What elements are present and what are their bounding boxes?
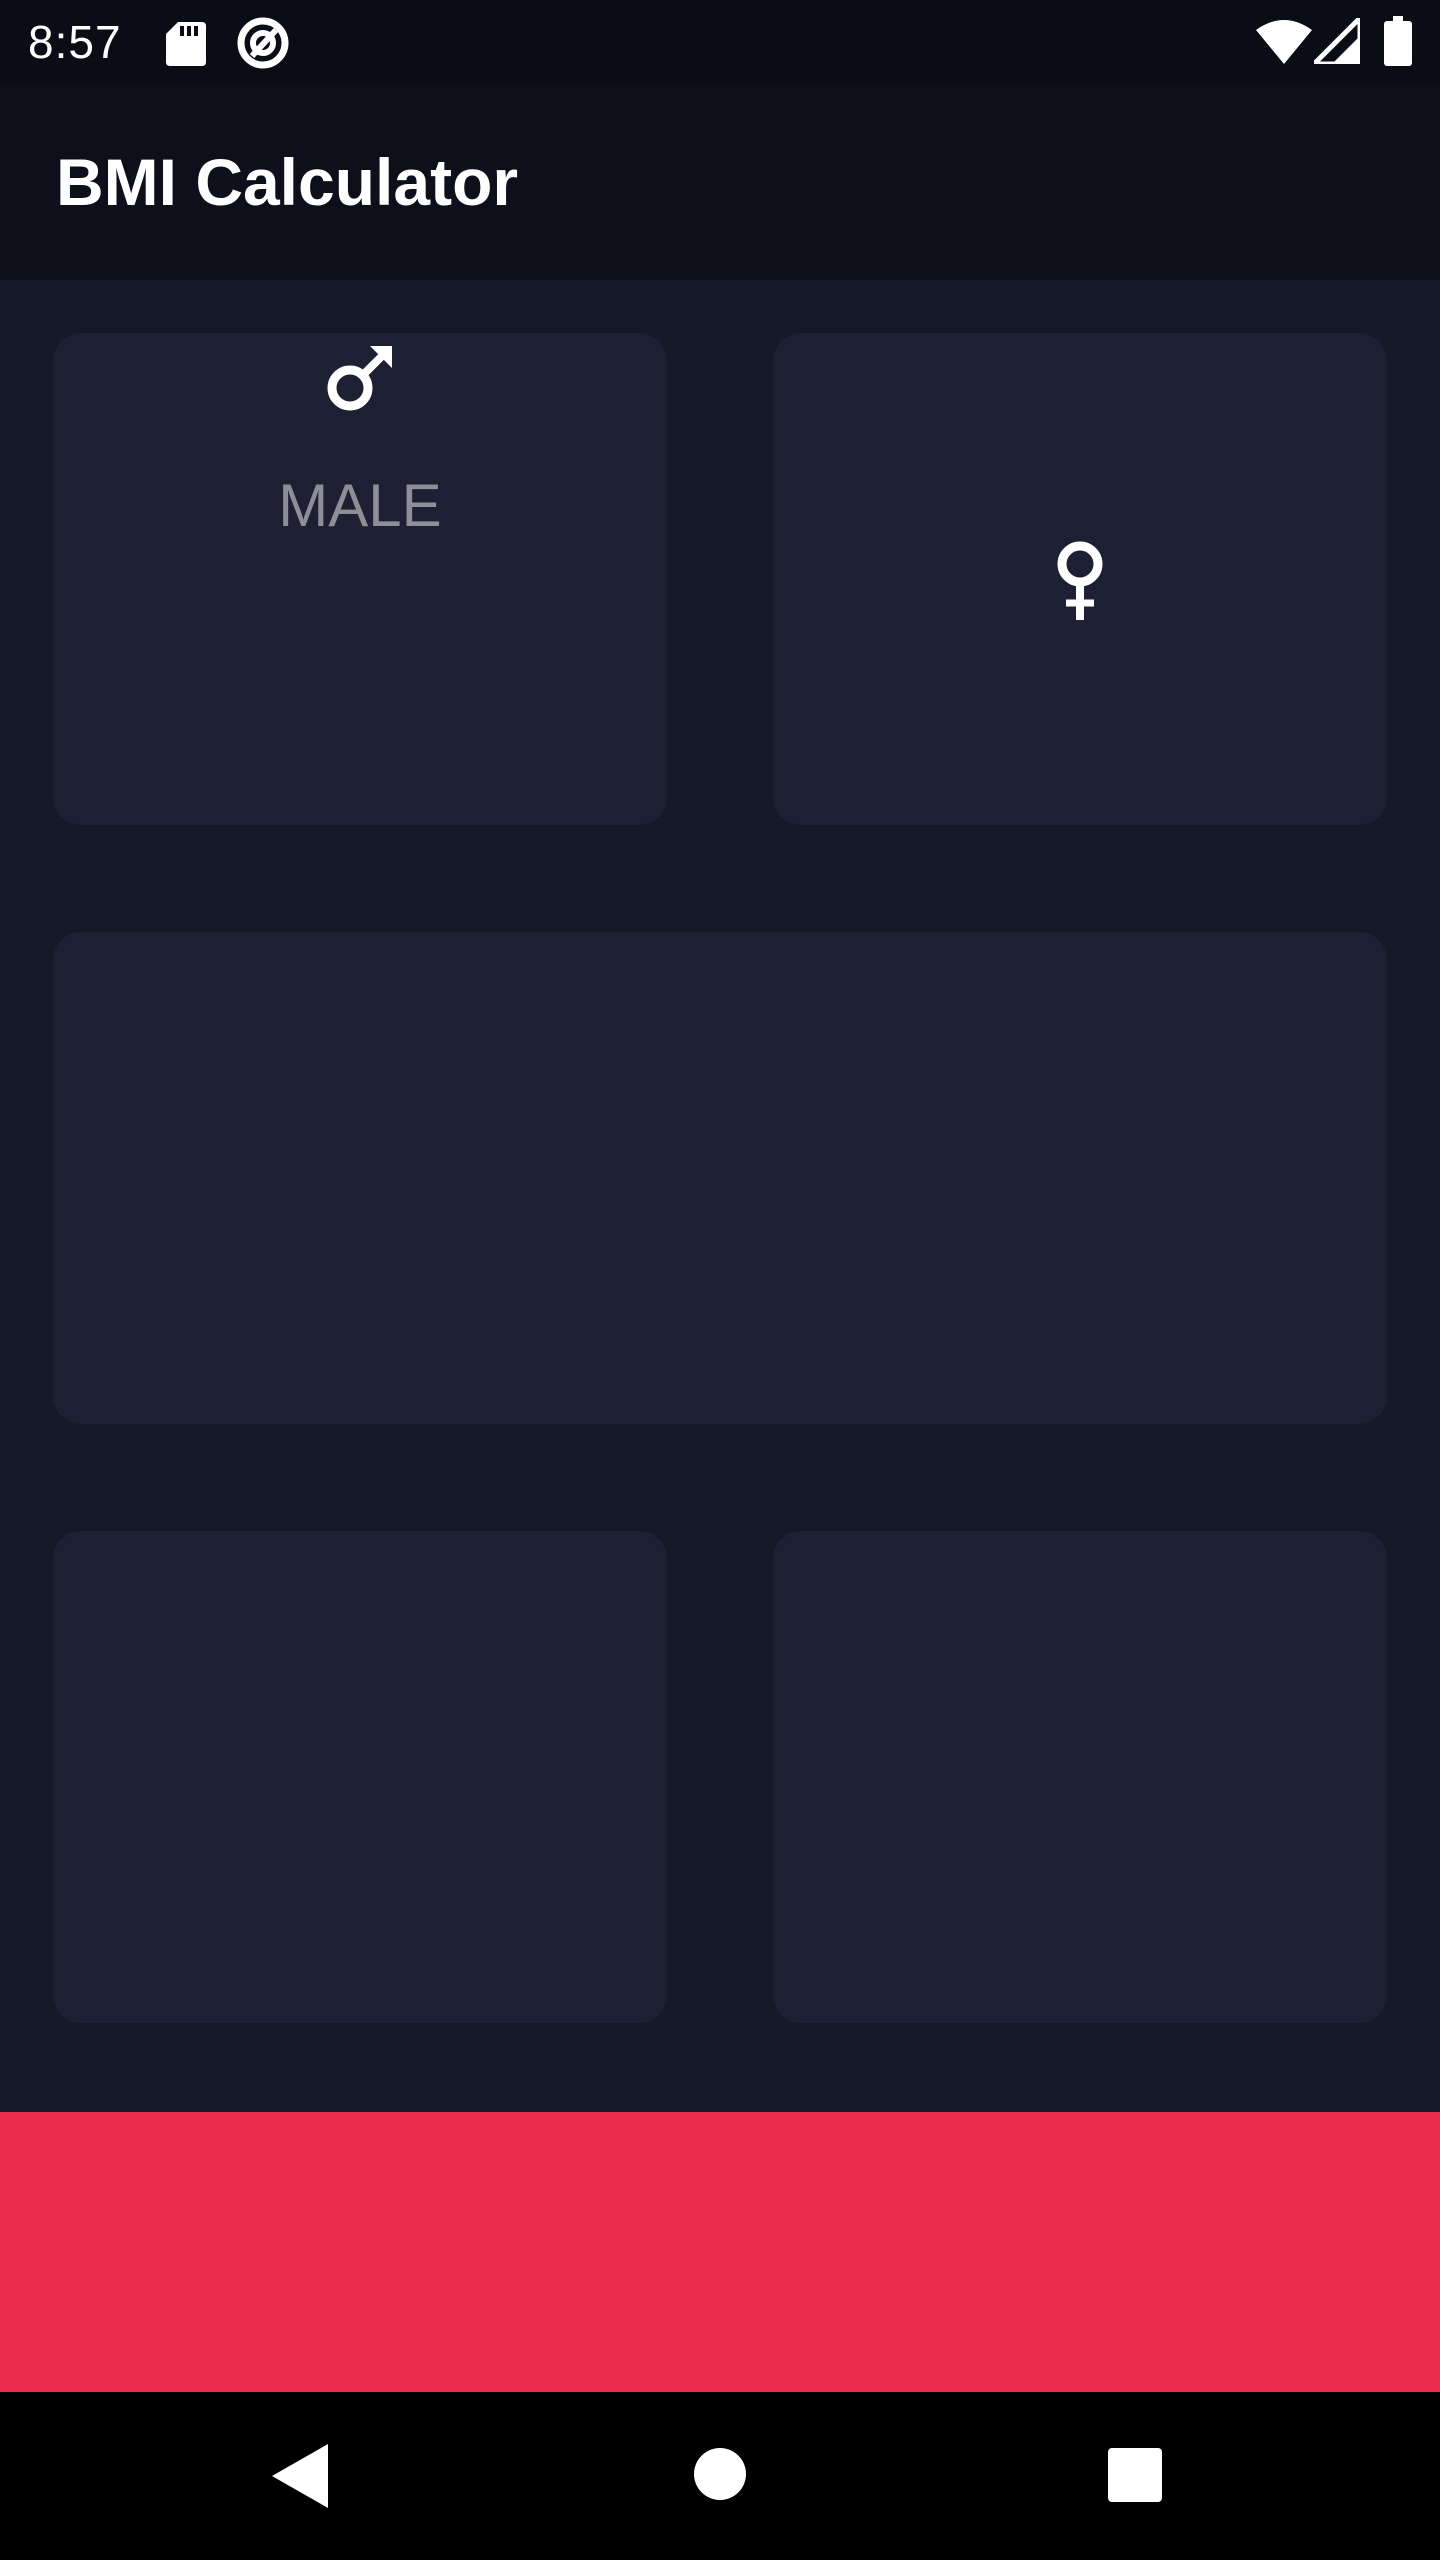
home-icon[interactable]	[694, 2448, 746, 2500]
calculate-button[interactable]	[0, 2112, 1440, 2392]
height-card[interactable]	[53, 932, 1387, 1424]
wifi-icon	[1256, 20, 1312, 64]
age-card[interactable]	[773, 1531, 1387, 2023]
status-bar: 8:57	[0, 0, 1440, 84]
weight-card[interactable]	[53, 1531, 667, 2023]
sd-card-icon	[166, 22, 206, 66]
navigation-bar	[0, 2392, 1440, 2560]
app-title: BMI Calculator	[56, 145, 519, 219]
battery-icon	[1384, 16, 1412, 66]
female-icon	[1057, 541, 1103, 620]
male-icon	[327, 346, 392, 411]
status-time: 8:57	[28, 16, 122, 68]
back-icon[interactable]	[272, 2444, 328, 2508]
data-saver-icon	[237, 17, 289, 69]
signal-icon	[1314, 18, 1360, 64]
recents-icon[interactable]	[1108, 2448, 1162, 2502]
male-label: MALE	[278, 472, 442, 539]
app-bar: BMI Calculator	[0, 84, 1440, 280]
